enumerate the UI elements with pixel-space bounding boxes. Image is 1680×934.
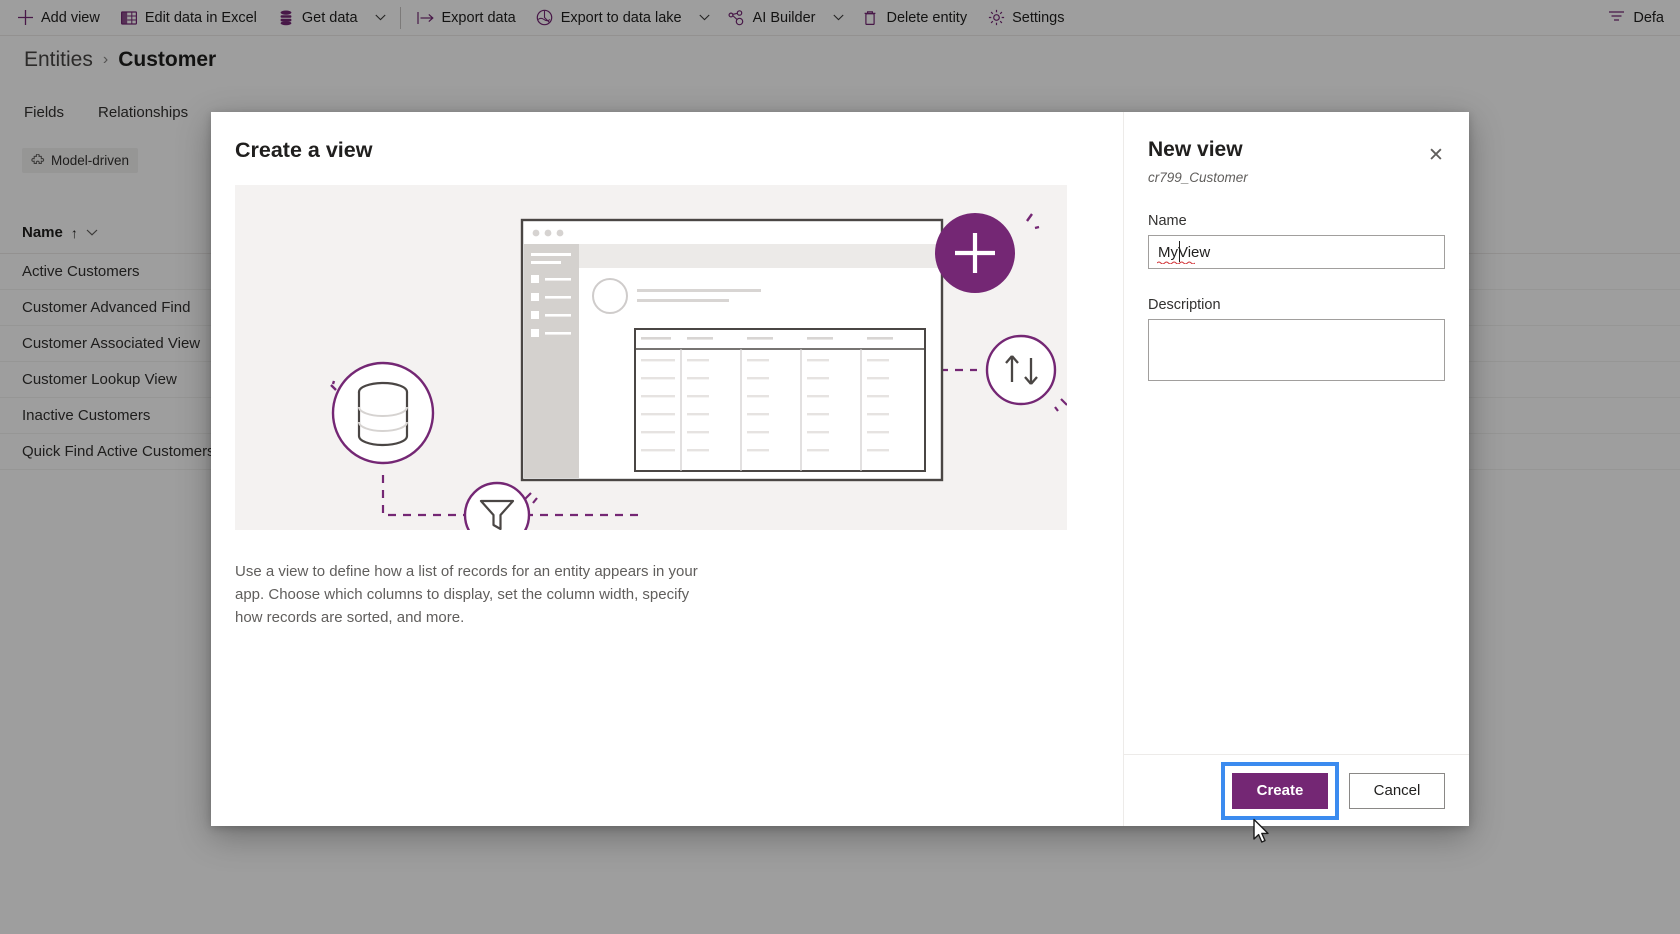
dialog-description: Use a view to define how a list of recor… (235, 563, 698, 626)
dialog-left-pane: Create a view Use a view to define how a… (211, 112, 1124, 826)
text-caret (1179, 241, 1180, 262)
dialog-title: Create a view (235, 138, 373, 162)
name-field-label: Name (1148, 213, 1187, 229)
illustration-svg (330, 213, 1067, 530)
name-input-wrapper (1148, 235, 1445, 269)
description-input[interactable] (1148, 319, 1445, 381)
panel-header: New view cr799_Customer ✕ (1148, 138, 1445, 185)
funnel-circle-icon (463, 481, 531, 530)
create-button-focus-ring: Create (1221, 761, 1339, 820)
create-view-illustration (235, 185, 1067, 530)
create-button[interactable]: Create (1232, 772, 1328, 809)
panel-subtitle: cr799_Customer (1148, 170, 1248, 185)
create-view-dialog: Create a view Use a view to define how a… (211, 112, 1469, 826)
dialog-right-pane: New view cr799_Customer ✕ Name Descripti… (1124, 112, 1469, 826)
cancel-button[interactable]: Cancel (1349, 772, 1445, 809)
database-circle-icon (330, 361, 435, 465)
plus-circle-icon (935, 213, 1040, 293)
name-input[interactable] (1148, 235, 1445, 269)
sort-updown-circle-icon (985, 334, 1067, 412)
dialog-footer: Create Cancel (1124, 754, 1469, 826)
panel-title: New view (1148, 138, 1243, 161)
description-field-label: Description (1148, 297, 1221, 313)
close-icon[interactable]: ✕ (1421, 140, 1451, 170)
